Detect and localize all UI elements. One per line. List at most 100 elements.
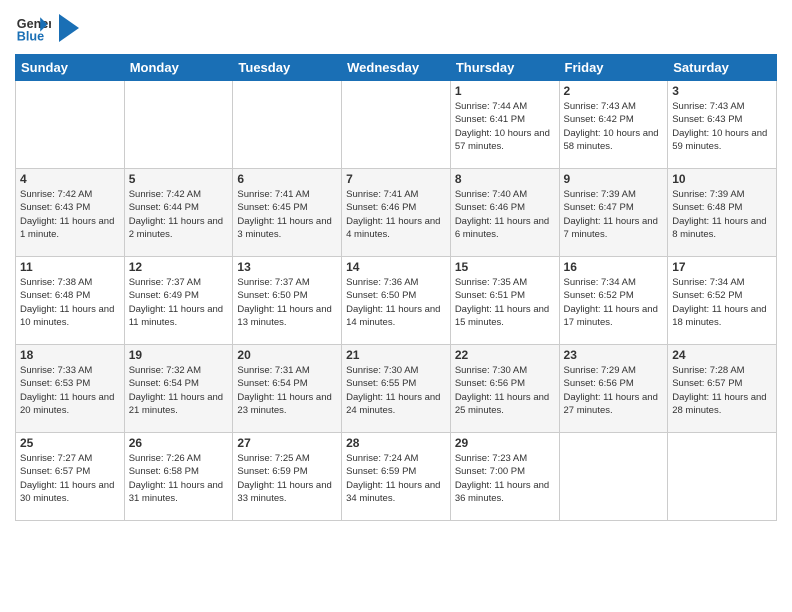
day-cell: 9 Sunrise: 7:39 AM Sunset: 6:47 PM Daylig… bbox=[559, 169, 668, 257]
day-number: 18 bbox=[20, 348, 120, 362]
day-info: Sunrise: 7:39 AM Sunset: 6:48 PM Dayligh… bbox=[672, 188, 772, 241]
header-row: Sunday Monday Tuesday Wednesday Thursday… bbox=[16, 55, 777, 81]
day-number: 8 bbox=[455, 172, 555, 186]
day-info: Sunrise: 7:34 AM Sunset: 6:52 PM Dayligh… bbox=[564, 276, 664, 329]
day-info: Sunrise: 7:27 AM Sunset: 6:57 PM Dayligh… bbox=[20, 452, 120, 505]
day-info: Sunrise: 7:43 AM Sunset: 6:43 PM Dayligh… bbox=[672, 100, 772, 153]
page: General Blue Sunday Monday Tuesday Wedne… bbox=[0, 0, 792, 612]
day-info: Sunrise: 7:32 AM Sunset: 6:54 PM Dayligh… bbox=[129, 364, 229, 417]
day-cell: 28 Sunrise: 7:24 AM Sunset: 6:59 PM Dayli… bbox=[342, 433, 451, 521]
day-cell: 29 Sunrise: 7:23 AM Sunset: 7:00 PM Dayli… bbox=[450, 433, 559, 521]
day-info: Sunrise: 7:30 AM Sunset: 6:55 PM Dayligh… bbox=[346, 364, 446, 417]
col-tuesday: Tuesday bbox=[233, 55, 342, 81]
week-row-4: 18 Sunrise: 7:33 AM Sunset: 6:53 PM Dayli… bbox=[16, 345, 777, 433]
day-cell: 17 Sunrise: 7:34 AM Sunset: 6:52 PM Dayli… bbox=[668, 257, 777, 345]
col-friday: Friday bbox=[559, 55, 668, 81]
day-cell: 12 Sunrise: 7:37 AM Sunset: 6:49 PM Dayli… bbox=[124, 257, 233, 345]
day-info: Sunrise: 7:38 AM Sunset: 6:48 PM Dayligh… bbox=[20, 276, 120, 329]
day-info: Sunrise: 7:42 AM Sunset: 6:44 PM Dayligh… bbox=[129, 188, 229, 241]
day-cell: 7 Sunrise: 7:41 AM Sunset: 6:46 PM Daylig… bbox=[342, 169, 451, 257]
day-number: 28 bbox=[346, 436, 446, 450]
day-cell: 8 Sunrise: 7:40 AM Sunset: 6:46 PM Daylig… bbox=[450, 169, 559, 257]
day-info: Sunrise: 7:37 AM Sunset: 6:49 PM Dayligh… bbox=[129, 276, 229, 329]
logo-triangle-icon bbox=[59, 14, 79, 42]
week-row-5: 25Sunrise: 7:27 AM Sunset: 6:57 PM Dayli… bbox=[16, 433, 777, 521]
col-wednesday: Wednesday bbox=[342, 55, 451, 81]
day-number: 3 bbox=[672, 84, 772, 98]
day-cell: 14Sunrise: 7:36 AM Sunset: 6:50 PM Dayli… bbox=[342, 257, 451, 345]
day-cell: 27 Sunrise: 7:25 AM Sunset: 6:59 PM Dayli… bbox=[233, 433, 342, 521]
day-cell: 22 Sunrise: 7:30 AM Sunset: 6:56 PM Dayli… bbox=[450, 345, 559, 433]
day-cell bbox=[124, 81, 233, 169]
day-cell: 4 Sunrise: 7:42 AM Sunset: 6:43 PM Daylig… bbox=[16, 169, 125, 257]
day-number: 26 bbox=[129, 436, 229, 450]
day-number: 19 bbox=[129, 348, 229, 362]
day-cell bbox=[233, 81, 342, 169]
day-cell: 16 Sunrise: 7:34 AM Sunset: 6:52 PM Dayli… bbox=[559, 257, 668, 345]
day-cell bbox=[16, 81, 125, 169]
day-cell: 6 Sunrise: 7:41 AM Sunset: 6:45 PM Daylig… bbox=[233, 169, 342, 257]
day-number: 4 bbox=[20, 172, 120, 186]
day-number: 14 bbox=[346, 260, 446, 274]
day-cell: 5Sunrise: 7:42 AM Sunset: 6:44 PM Daylig… bbox=[124, 169, 233, 257]
day-number: 12 bbox=[129, 260, 229, 274]
day-cell: 26 Sunrise: 7:26 AM Sunset: 6:58 PM Dayli… bbox=[124, 433, 233, 521]
day-cell: 24 Sunrise: 7:28 AM Sunset: 6:57 PM Dayli… bbox=[668, 345, 777, 433]
week-row-1: 1Sunrise: 7:44 AM Sunset: 6:41 PM Daylig… bbox=[16, 81, 777, 169]
day-cell bbox=[342, 81, 451, 169]
day-number: 16 bbox=[564, 260, 664, 274]
day-info: Sunrise: 7:24 AM Sunset: 6:59 PM Dayligh… bbox=[346, 452, 446, 505]
day-info: Sunrise: 7:25 AM Sunset: 6:59 PM Dayligh… bbox=[237, 452, 337, 505]
day-info: Sunrise: 7:29 AM Sunset: 6:56 PM Dayligh… bbox=[564, 364, 664, 417]
day-cell: 19 Sunrise: 7:32 AM Sunset: 6:54 PM Dayli… bbox=[124, 345, 233, 433]
day-number: 13 bbox=[237, 260, 337, 274]
day-info: Sunrise: 7:31 AM Sunset: 6:54 PM Dayligh… bbox=[237, 364, 337, 417]
day-info: Sunrise: 7:37 AM Sunset: 6:50 PM Dayligh… bbox=[237, 276, 337, 329]
day-number: 21 bbox=[346, 348, 446, 362]
day-number: 11 bbox=[20, 260, 120, 274]
day-cell: 21 Sunrise: 7:30 AM Sunset: 6:55 PM Dayli… bbox=[342, 345, 451, 433]
col-saturday: Saturday bbox=[668, 55, 777, 81]
day-number: 20 bbox=[237, 348, 337, 362]
day-info: Sunrise: 7:43 AM Sunset: 6:42 PM Dayligh… bbox=[564, 100, 664, 153]
day-cell: 15Sunrise: 7:35 AM Sunset: 6:51 PM Dayli… bbox=[450, 257, 559, 345]
day-number: 6 bbox=[237, 172, 337, 186]
day-cell: 10 Sunrise: 7:39 AM Sunset: 6:48 PM Dayli… bbox=[668, 169, 777, 257]
day-number: 22 bbox=[455, 348, 555, 362]
day-number: 10 bbox=[672, 172, 772, 186]
day-cell: 25Sunrise: 7:27 AM Sunset: 6:57 PM Dayli… bbox=[16, 433, 125, 521]
col-sunday: Sunday bbox=[16, 55, 125, 81]
day-number: 17 bbox=[672, 260, 772, 274]
day-info: Sunrise: 7:33 AM Sunset: 6:53 PM Dayligh… bbox=[20, 364, 120, 417]
calendar-header: Sunday Monday Tuesday Wednesday Thursday… bbox=[16, 55, 777, 81]
day-number: 29 bbox=[455, 436, 555, 450]
day-cell: 2 Sunrise: 7:43 AM Sunset: 6:42 PM Daylig… bbox=[559, 81, 668, 169]
day-cell: 13 Sunrise: 7:37 AM Sunset: 6:50 PM Dayli… bbox=[233, 257, 342, 345]
day-info: Sunrise: 7:39 AM Sunset: 6:47 PM Dayligh… bbox=[564, 188, 664, 241]
day-cell: 20 Sunrise: 7:31 AM Sunset: 6:54 PM Dayli… bbox=[233, 345, 342, 433]
day-info: Sunrise: 7:26 AM Sunset: 6:58 PM Dayligh… bbox=[129, 452, 229, 505]
day-number: 9 bbox=[564, 172, 664, 186]
day-info: Sunrise: 7:35 AM Sunset: 6:51 PM Dayligh… bbox=[455, 276, 555, 329]
day-info: Sunrise: 7:30 AM Sunset: 6:56 PM Dayligh… bbox=[455, 364, 555, 417]
day-number: 23 bbox=[564, 348, 664, 362]
day-number: 2 bbox=[564, 84, 664, 98]
day-info: Sunrise: 7:40 AM Sunset: 6:46 PM Dayligh… bbox=[455, 188, 555, 241]
day-info: Sunrise: 7:41 AM Sunset: 6:45 PM Dayligh… bbox=[237, 188, 337, 241]
header: General Blue bbox=[15, 10, 777, 46]
week-row-2: 4 Sunrise: 7:42 AM Sunset: 6:43 PM Daylig… bbox=[16, 169, 777, 257]
calendar-table: Sunday Monday Tuesday Wednesday Thursday… bbox=[15, 54, 777, 521]
day-number: 27 bbox=[237, 436, 337, 450]
day-info: Sunrise: 7:23 AM Sunset: 7:00 PM Dayligh… bbox=[455, 452, 555, 505]
day-cell: 18 Sunrise: 7:33 AM Sunset: 6:53 PM Dayli… bbox=[16, 345, 125, 433]
day-number: 7 bbox=[346, 172, 446, 186]
logo-icon: General Blue bbox=[15, 10, 51, 46]
day-info: Sunrise: 7:28 AM Sunset: 6:57 PM Dayligh… bbox=[672, 364, 772, 417]
day-cell bbox=[559, 433, 668, 521]
day-number: 24 bbox=[672, 348, 772, 362]
day-cell: 1Sunrise: 7:44 AM Sunset: 6:41 PM Daylig… bbox=[450, 81, 559, 169]
svg-text:Blue: Blue bbox=[17, 30, 44, 44]
day-info: Sunrise: 7:34 AM Sunset: 6:52 PM Dayligh… bbox=[672, 276, 772, 329]
day-info: Sunrise: 7:42 AM Sunset: 6:43 PM Dayligh… bbox=[20, 188, 120, 241]
day-info: Sunrise: 7:41 AM Sunset: 6:46 PM Dayligh… bbox=[346, 188, 446, 241]
